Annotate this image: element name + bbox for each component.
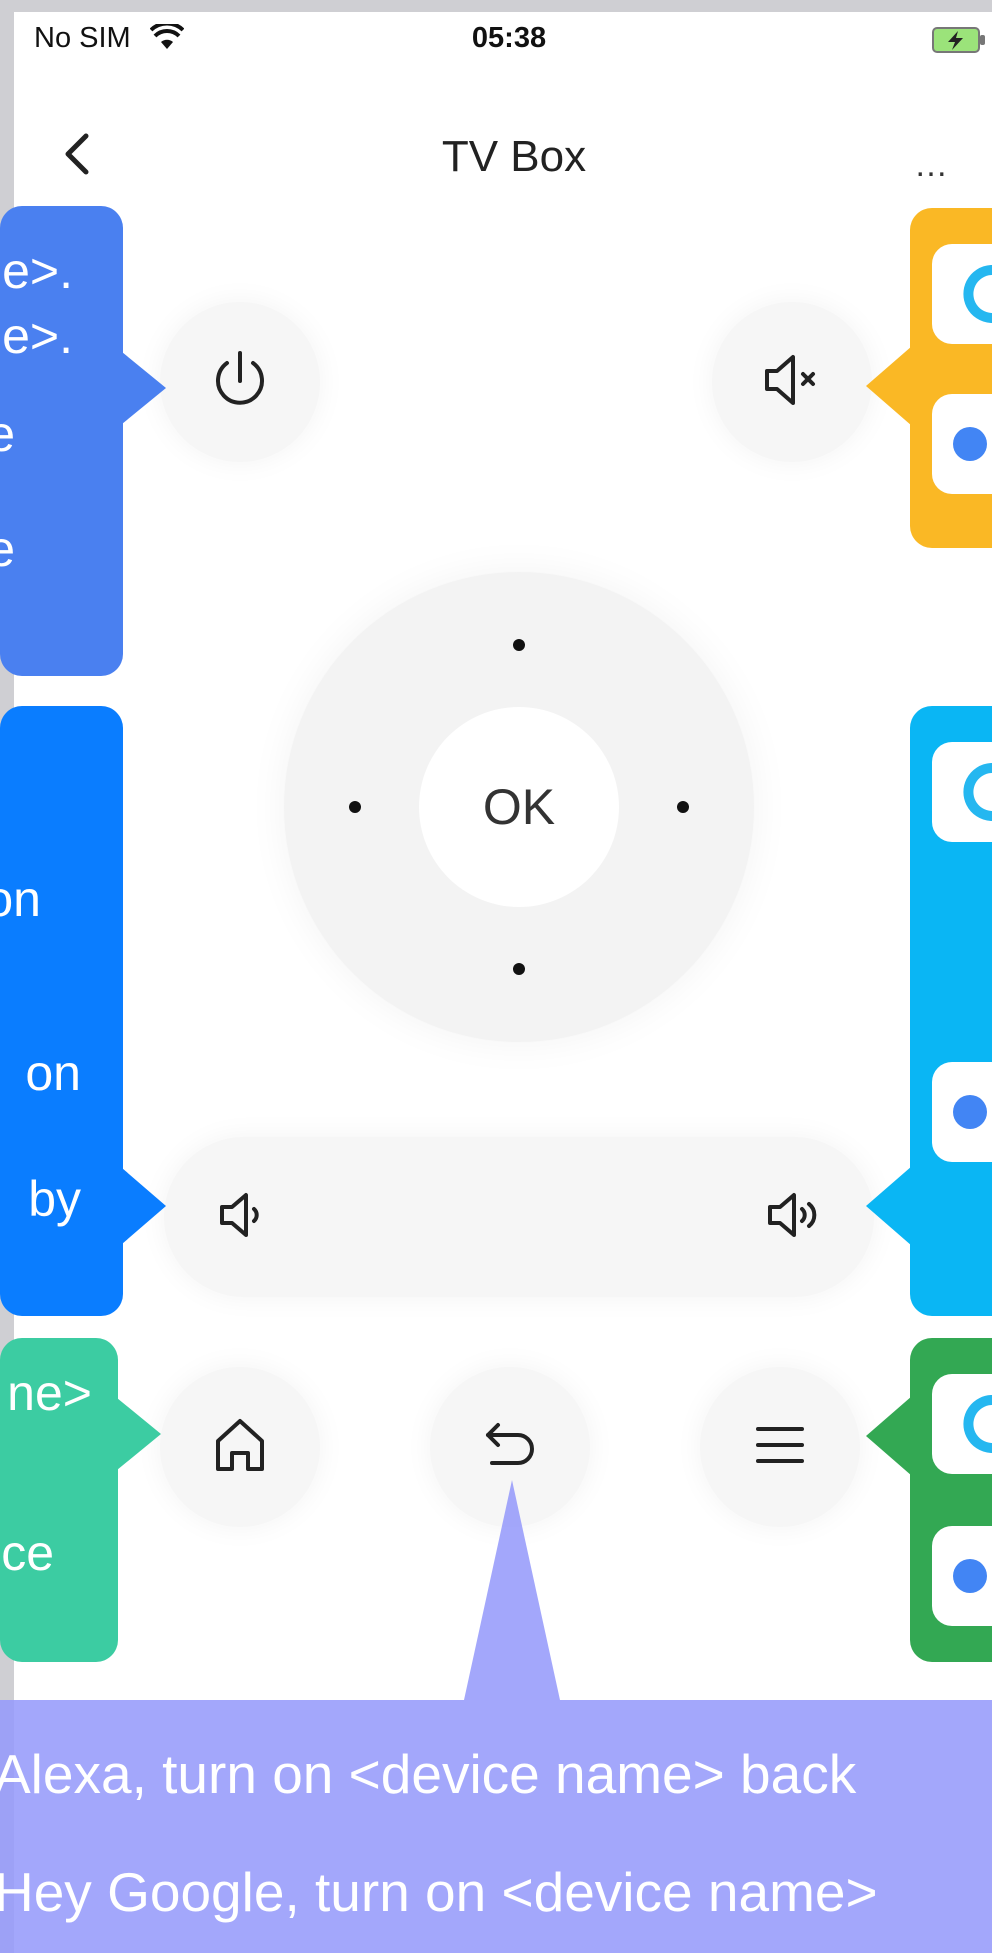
callout-pointer xyxy=(866,1166,912,1246)
back-icon xyxy=(478,1413,542,1482)
alexa-command-text: Alexa, turn on <device name> back xyxy=(0,1743,857,1805)
menu-icon xyxy=(748,1413,812,1482)
mute-voice-command-callout xyxy=(910,208,992,548)
dpad-right[interactable] xyxy=(677,801,689,813)
google-command-text: Hey Google, turn on <device name> xyxy=(0,1861,878,1923)
callout-text: e>. xyxy=(2,308,73,364)
callout-pointer xyxy=(464,1480,560,1700)
volume-voice-command-callout: on on by xyxy=(0,706,123,1316)
callout-pointer xyxy=(866,1396,912,1476)
power-button[interactable] xyxy=(160,302,320,462)
alexa-app-icon xyxy=(932,1374,992,1474)
callout-pointer xyxy=(117,1398,161,1470)
volume-bar xyxy=(164,1137,874,1297)
home-icon xyxy=(208,1413,272,1482)
callout-text: e>. xyxy=(2,243,73,299)
dpad-voice-command-callout xyxy=(910,706,992,1316)
back-voice-command-banner: Alexa, turn on <device name> back Hey Go… xyxy=(0,1700,992,1953)
dpad-down[interactable] xyxy=(513,963,525,975)
dpad-up[interactable] xyxy=(513,639,525,651)
callout-pointer xyxy=(122,1168,166,1244)
home-button[interactable] xyxy=(160,1367,320,1527)
status-bar: No SIM 05:38 xyxy=(14,12,992,68)
callout-text: e xyxy=(0,406,15,462)
dpad: OK xyxy=(284,572,754,1042)
alexa-app-icon xyxy=(932,742,992,842)
battery-icon xyxy=(932,26,988,59)
menu-voice-command-callout xyxy=(910,1338,992,1662)
google-assistant-icon xyxy=(932,1062,992,1162)
mute-icon xyxy=(757,345,827,420)
ok-button[interactable]: OK xyxy=(419,707,619,907)
page-title: TV Box xyxy=(441,132,587,181)
more-options-button[interactable]: … xyxy=(914,146,951,185)
dpad-left[interactable] xyxy=(349,801,361,813)
volume-up-icon xyxy=(764,1183,828,1252)
callout-text: by xyxy=(28,1171,81,1227)
volume-down-icon xyxy=(214,1183,278,1252)
callout-text: ne> xyxy=(7,1365,92,1421)
callout-text: on xyxy=(25,1045,81,1101)
alexa-app-icon xyxy=(932,244,992,344)
volume-up-button[interactable] xyxy=(756,1177,836,1257)
title-bar: TV Box … xyxy=(14,102,992,202)
home-voice-command-callout: ne> ce xyxy=(0,1338,118,1662)
power-voice-command-callout: e>. e>. e e xyxy=(0,206,123,676)
clock: 05:38 xyxy=(471,22,547,54)
callout-text: e xyxy=(0,521,15,577)
power-icon xyxy=(205,345,275,420)
mute-button[interactable] xyxy=(712,302,872,462)
google-assistant-icon xyxy=(932,1526,992,1626)
menu-button[interactable] xyxy=(700,1367,860,1527)
google-assistant-icon xyxy=(932,394,992,494)
callout-pointer xyxy=(866,346,912,426)
callout-text: on xyxy=(0,871,41,927)
callout-text: ce xyxy=(1,1525,54,1581)
callout-pointer xyxy=(122,352,166,424)
volume-down-button[interactable] xyxy=(206,1177,286,1257)
